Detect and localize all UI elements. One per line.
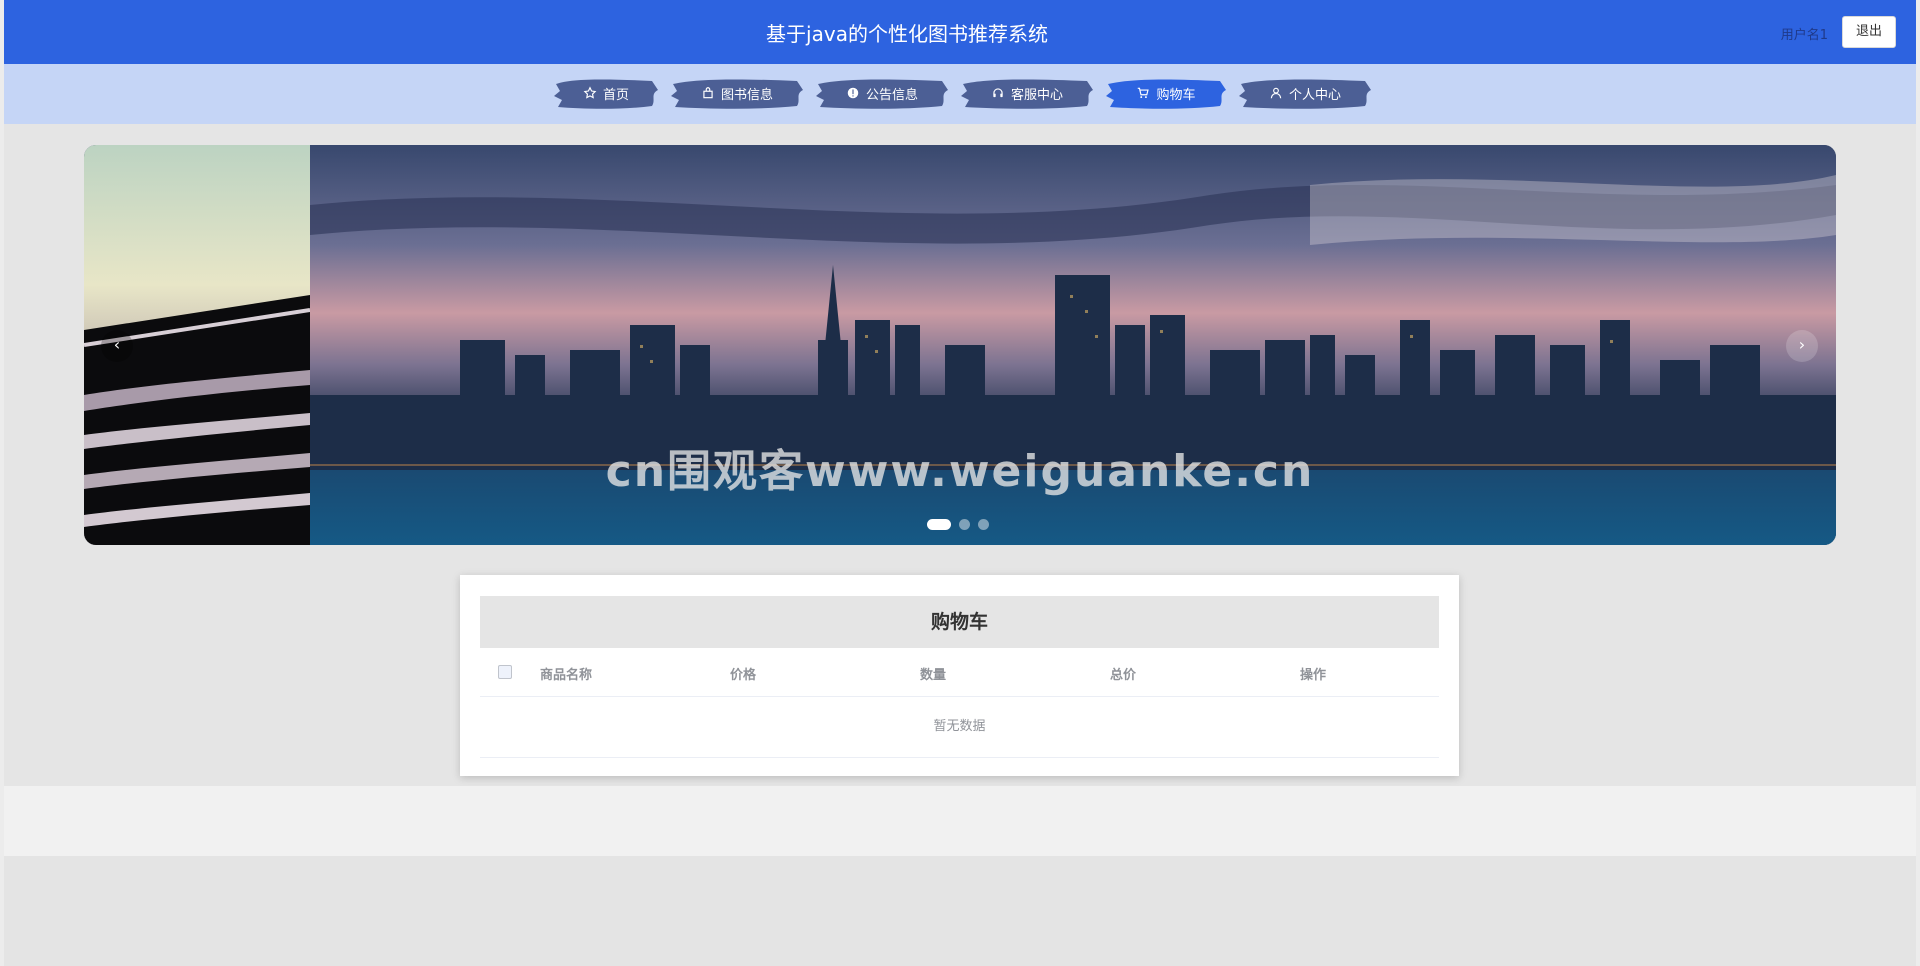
user-name: 用户名1 [1780, 28, 1828, 43]
nav-label: 客服中心 [1010, 87, 1063, 103]
app-title: 基于java的个性化图书推荐系统 [766, 22, 1048, 46]
nav-label: 购物车 [1156, 87, 1196, 103]
carousel-prev-button[interactable]: ‹ [101, 330, 133, 362]
carousel-dot-2[interactable] [959, 519, 970, 530]
carousel-indicators [927, 519, 989, 530]
footer-top [4, 786, 1916, 856]
table-header: 商品名称 价格 数量 总价 操作 [480, 648, 1439, 697]
carousel-watermark: cn围观客www.weiguanke.cn [605, 446, 1315, 497]
user-icon [1269, 86, 1283, 100]
bag-icon [701, 86, 715, 100]
cart-panel: 购物车 商品名称 价格 数量 总价 操作 暂无数据 [460, 575, 1459, 776]
banner-carousel[interactable]: cn围观客www.weiguanke.cn ‹ › [84, 145, 1836, 545]
top-header: 基于java的个性化图书推荐系统 用户名1 退出 [4, 0, 1916, 64]
carousel-dot-1[interactable] [927, 519, 951, 530]
nav-label: 个人中心 [1288, 87, 1341, 103]
select-all-checkbox[interactable] [498, 665, 512, 679]
empty-table-message: 暂无数据 [480, 697, 1439, 758]
headset-icon [991, 86, 1005, 100]
column-header-quantity: 数量 [920, 668, 947, 683]
nav-label: 图书信息 [720, 87, 773, 103]
carousel-next-button[interactable]: › [1786, 330, 1818, 362]
cart-title: 购物车 [480, 596, 1439, 648]
column-header-total: 总价 [1110, 668, 1137, 683]
nav-item-home[interactable]: 首页 [552, 76, 660, 110]
nav-item-service[interactable]: 客服中心 [959, 76, 1095, 110]
column-header-price: 价格 [730, 668, 757, 683]
nav-label: 公告信息 [865, 87, 918, 103]
nav-item-cart[interactable]: 购物车 [1104, 76, 1228, 110]
cart-table: 商品名称 价格 数量 总价 操作 暂无数据 [480, 648, 1439, 758]
column-header-actions: 操作 [1300, 668, 1327, 683]
nav-item-books[interactable]: 图书信息 [669, 76, 805, 110]
footer-bottom [4, 856, 1916, 966]
cart-icon [1136, 86, 1150, 100]
nav-label: 首页 [602, 87, 629, 103]
column-header-product-name: 商品名称 [540, 668, 593, 683]
star-icon [583, 86, 597, 100]
nav-item-profile[interactable]: 个人中心 [1237, 76, 1373, 110]
alert-circle-icon [846, 86, 860, 100]
main-nav: 首页 图书信息 公告信息 客服中心 购物车 个人中心 [4, 64, 1916, 124]
carousel-dot-3[interactable] [978, 519, 989, 530]
logout-button[interactable]: 退出 [1842, 16, 1896, 48]
nav-item-announcements[interactable]: 公告信息 [814, 76, 950, 110]
